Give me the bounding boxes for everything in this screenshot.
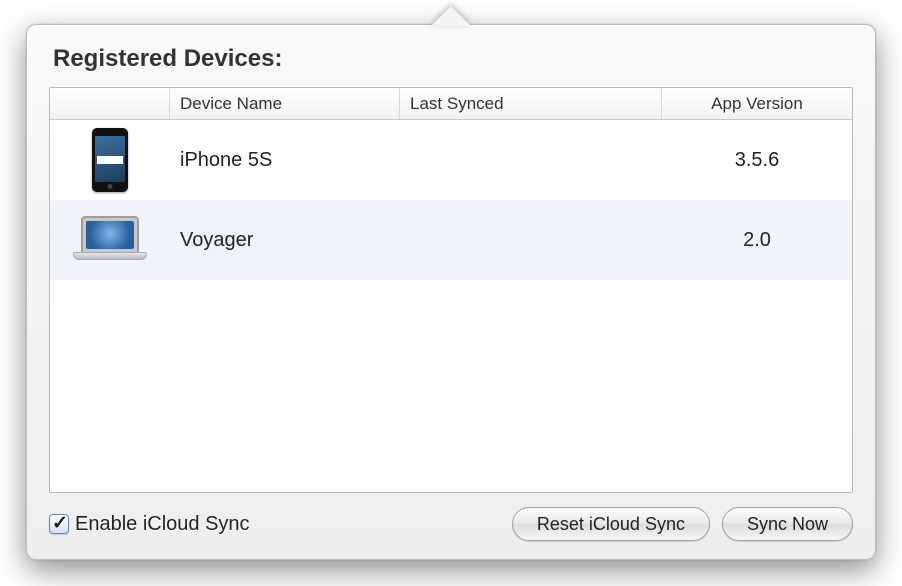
- table-row[interactable]: iPhone 5S 3.5.6: [50, 120, 852, 200]
- col-header-device-name[interactable]: Device Name: [170, 88, 400, 119]
- col-header-last-synced[interactable]: Last Synced: [400, 88, 662, 119]
- table-row[interactable]: Voyager 2.0: [50, 200, 852, 280]
- device-name: iPhone 5S: [170, 120, 400, 200]
- device-last-synced: [400, 200, 662, 280]
- panel-title: Registered Devices:: [53, 45, 849, 73]
- popover-arrow: [431, 6, 471, 26]
- device-icon-cell: [50, 200, 170, 280]
- table-body: iPhone 5S 3.5.6 Voyager 2.0: [50, 120, 852, 492]
- registered-devices-popover: Registered Devices: Device Name Last Syn…: [26, 24, 876, 560]
- device-icon-cell: [50, 120, 170, 200]
- sync-now-button[interactable]: Sync Now: [722, 507, 853, 541]
- col-header-app-version[interactable]: App Version: [662, 88, 852, 119]
- table-header: Device Name Last Synced App Version: [50, 88, 852, 120]
- reset-icloud-sync-button[interactable]: Reset iCloud Sync: [512, 507, 710, 541]
- device-app-version: 3.5.6: [662, 120, 852, 200]
- enable-icloud-sync-option[interactable]: Enable iCloud Sync: [49, 513, 500, 536]
- iphone-icon: [92, 128, 128, 192]
- device-last-synced: [400, 120, 662, 200]
- col-header-icon[interactable]: [50, 88, 170, 119]
- devices-table: Device Name Last Synced App Version iPho…: [49, 87, 853, 493]
- enable-icloud-sync-checkbox[interactable]: [49, 514, 69, 534]
- footer: Enable iCloud Sync Reset iCloud Sync Syn…: [49, 507, 853, 541]
- enable-icloud-sync-label: Enable iCloud Sync: [75, 513, 250, 536]
- macbook-icon: [73, 216, 147, 264]
- device-name: Voyager: [170, 200, 400, 280]
- device-app-version: 2.0: [662, 200, 852, 280]
